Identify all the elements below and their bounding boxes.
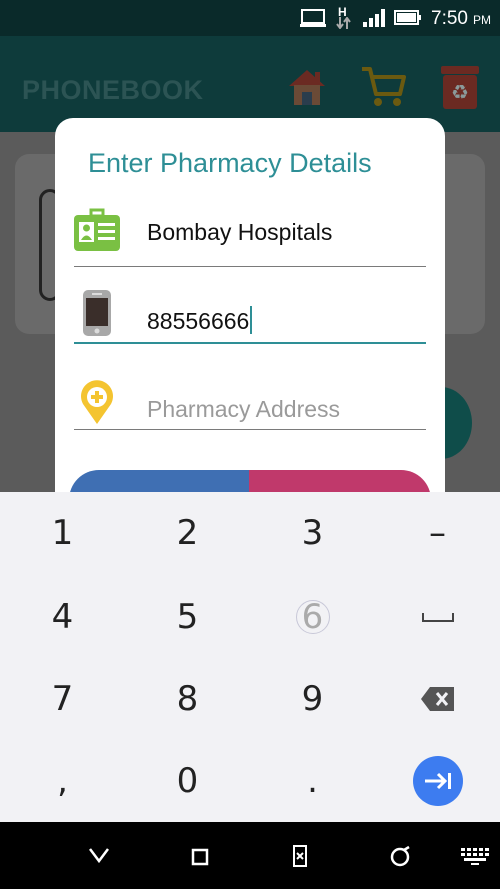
- cart-icon[interactable]: [360, 64, 406, 108]
- key-period[interactable]: .: [250, 740, 375, 822]
- key-6-label: 6: [301, 597, 324, 637]
- pharmacy-address-placeholder: Pharmacy Address: [147, 396, 341, 422]
- data-arrows-icon: [336, 17, 351, 29]
- app-title: PHONEBOOK: [22, 75, 204, 105]
- key-5[interactable]: 5: [125, 576, 250, 658]
- address-row: Pharmacy Address: [74, 370, 426, 430]
- pharmacy-details-dialog: Enter Pharmacy Details Bombay Hospitals …: [55, 118, 445, 538]
- svg-text:♻: ♻: [451, 80, 469, 104]
- pharmacy-name-row: Bombay Hospitals: [74, 207, 426, 267]
- key-dash[interactable]: –: [375, 492, 500, 574]
- phone-number-input[interactable]: 88556666: [74, 284, 426, 344]
- phone-number-value: 88556666: [147, 306, 253, 335]
- keyboard-toggle-icon[interactable]: [461, 848, 489, 866]
- key-next[interactable]: [375, 740, 500, 822]
- key-space[interactable]: [375, 576, 500, 658]
- key-1[interactable]: 1: [0, 492, 125, 574]
- key-9[interactable]: 9: [250, 658, 375, 740]
- phone-number-row: 88556666: [74, 284, 426, 344]
- home-square-icon[interactable]: [191, 848, 209, 866]
- key-4[interactable]: 4: [0, 576, 125, 658]
- clock-ampm: PM: [473, 13, 491, 27]
- navigation-bar: [0, 822, 500, 889]
- key-0[interactable]: 0: [125, 740, 250, 822]
- key-comma[interactable]: ,: [0, 740, 125, 822]
- pharmacy-name-value: Bombay Hospitals: [147, 219, 333, 245]
- key-3[interactable]: 3: [250, 492, 375, 574]
- pharmacy-name-input[interactable]: Bombay Hospitals: [74, 207, 426, 267]
- clock-time: 7:50: [431, 8, 468, 29]
- back-chevron-icon[interactable]: [88, 846, 110, 864]
- backspace-icon: [420, 687, 454, 711]
- key-7[interactable]: 7: [0, 658, 125, 740]
- key-6[interactable]: 6: [250, 576, 375, 658]
- status-bar: H 7:50 PM: [0, 0, 500, 36]
- key-8[interactable]: 8: [125, 658, 250, 740]
- battery-icon: [394, 10, 421, 25]
- recents-circle-icon[interactable]: [388, 845, 412, 869]
- signal-icon: [363, 9, 385, 27]
- space-bar-icon: [421, 613, 454, 622]
- pharmacy-address-input[interactable]: Pharmacy Address: [74, 370, 426, 430]
- text-cursor: [250, 306, 253, 334]
- dialog-title: Enter Pharmacy Details: [88, 148, 372, 178]
- phone-number-text: 88556666: [147, 308, 250, 334]
- screen-cast-icon: [300, 9, 326, 27]
- numeric-keyboard: 1 2 3 – 4 5 6 7 8 9 , 0 .: [0, 492, 500, 822]
- home-icon[interactable]: [285, 64, 329, 108]
- recycle-bin-icon[interactable]: ♻: [440, 64, 480, 110]
- screen-pin-icon[interactable]: [292, 844, 308, 868]
- key-2[interactable]: 2: [125, 492, 250, 574]
- next-action-button: [412, 756, 463, 806]
- tab-next-icon: [424, 772, 451, 790]
- key-backspace[interactable]: [375, 658, 500, 740]
